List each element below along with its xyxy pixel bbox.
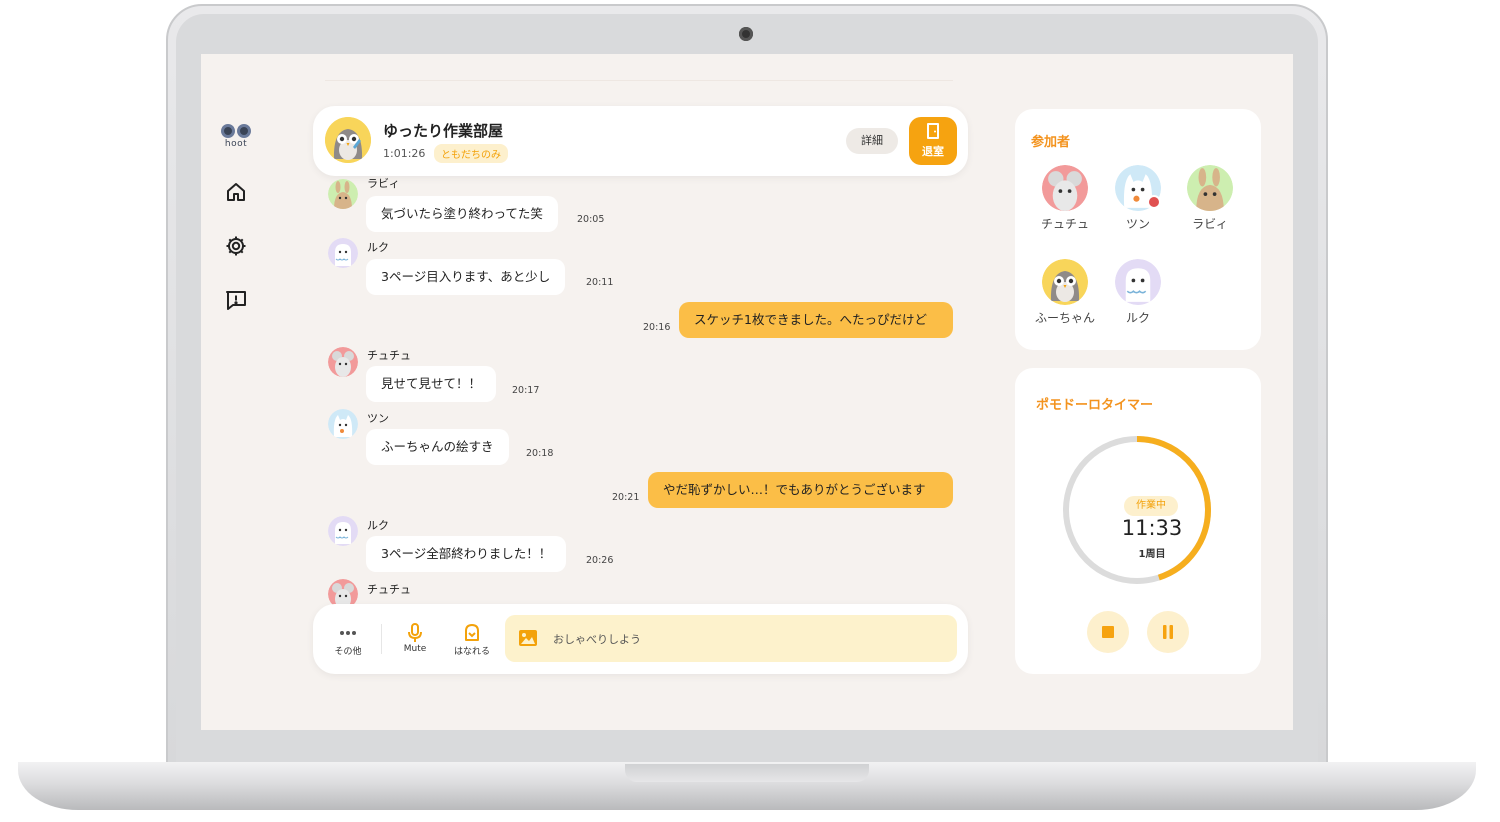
cat-avatar: [328, 409, 358, 439]
my-message-bubble: スケッチ1枚できました。へたっぴだけど: [679, 302, 953, 338]
pomodoro-title: ポモドーロタイマー: [1036, 398, 1154, 413]
exit-room-button[interactable]: 退室: [909, 117, 957, 165]
message-input-placeholder: おしゃべりしよう: [553, 633, 641, 646]
participant-item[interactable]: ツン: [1108, 165, 1168, 232]
webcam: [739, 27, 753, 41]
mouse-avatar: [328, 347, 358, 377]
participants-card: 参加者 チュチュ ツン ラビィ ふーちゃん ルク: [1015, 109, 1261, 350]
timer-remaining: 11:33: [1121, 516, 1183, 540]
message-bubble: 3ページ全部終わりました！！: [366, 536, 567, 572]
message-time: 20:26: [586, 555, 614, 566]
ghost-avatar: [328, 516, 358, 546]
participant-name: ツン: [1125, 217, 1150, 231]
pause-icon: [1163, 625, 1173, 639]
participant-item[interactable]: ふーちゃん: [1035, 259, 1095, 326]
message-bubble: 3ページ目入ります、あと少し: [366, 259, 566, 295]
message-bubble: 気づいたら塗り終わってた笑: [366, 196, 558, 232]
message-sender: ツン: [367, 412, 389, 425]
divider: [325, 80, 953, 81]
participant-item[interactable]: ラビィ: [1180, 165, 1240, 232]
home-icon[interactable]: [224, 180, 248, 204]
message-time: 20:05: [577, 214, 605, 225]
my-message-bubble: やだ恥ずかしい…！でもありがとうございます: [648, 472, 953, 508]
app-logo-text: hoot: [224, 139, 248, 149]
participant-name: ラビィ: [1192, 217, 1228, 231]
participant-name: ルク: [1125, 311, 1150, 325]
mute-button[interactable]: Mute: [392, 622, 438, 654]
message-sender: ルク: [367, 241, 389, 254]
room-header: ゆったり作業部屋 1:01:26 ともだちのみ 詳細 退室: [313, 106, 968, 176]
composer-bar: その他 Mute はなれる おしゃべりしよう: [313, 604, 968, 674]
muted-icon: [1147, 195, 1161, 209]
exit-room-label: 退室: [922, 145, 944, 158]
other-label: その他: [334, 647, 362, 657]
detail-button[interactable]: 詳細: [846, 128, 898, 154]
pomodoro-card: ポモドーロタイマー 作業中 11:33 1周目: [1015, 368, 1261, 674]
message-sender: チュチュ: [367, 349, 411, 362]
participant-item[interactable]: チュチュ: [1035, 165, 1095, 232]
message-sender: チュチュ: [367, 583, 411, 596]
message-sender: ルク: [367, 519, 389, 532]
more-icon: [325, 622, 371, 644]
room-title: ゆったり作業部屋: [383, 122, 504, 140]
timer-round: 1周目: [1138, 549, 1166, 560]
message-time: 20:18: [526, 448, 554, 459]
mouse-avatar: [1042, 165, 1088, 211]
message-time: 20:11: [586, 277, 614, 288]
message-bubble: 見せて見せて！！: [366, 366, 497, 402]
mute-label: Mute: [403, 644, 427, 654]
timer-state-badge: 作業中: [1124, 496, 1178, 516]
owl-avatar: [325, 117, 371, 163]
ghost-avatar: [328, 238, 358, 268]
stop-button[interactable]: [1087, 611, 1129, 653]
away-label: はなれる: [453, 647, 490, 657]
ghost-avatar: [1115, 259, 1161, 305]
visibility-badge: ともだちのみ: [434, 144, 508, 163]
message-bubble: ふーちゃんの絵すき: [366, 429, 509, 465]
microphone-icon: [392, 622, 438, 644]
participant-item[interactable]: ルク: [1108, 259, 1168, 326]
participant-name: ふーちゃん: [1035, 311, 1096, 325]
room-elapsed-time: 1:01:26: [383, 147, 426, 160]
gear-icon[interactable]: [224, 234, 248, 258]
toolbar-divider: [381, 624, 382, 654]
other-button[interactable]: その他: [325, 622, 371, 657]
participants-title: 参加者: [1031, 135, 1071, 150]
laptop-notch: [625, 764, 869, 782]
away-icon: [449, 622, 495, 644]
participant-name: チュチュ: [1040, 217, 1089, 231]
report-icon[interactable]: [224, 288, 248, 312]
message-time: 20:21: [612, 492, 640, 503]
stop-icon: [1102, 626, 1114, 638]
rabbit-avatar: [328, 179, 358, 209]
message-input[interactable]: おしゃべりしよう: [505, 615, 957, 662]
app-logo[interactable]: hoot: [219, 124, 253, 149]
app-screen: hoot ゆったり作業部屋 1:01:26 ともだちのみ 詳細 退室 ラビィ 気…: [201, 54, 1293, 730]
sidebar: hoot: [201, 54, 271, 730]
rabbit-avatar: [1187, 165, 1233, 211]
message-time: 20:17: [512, 385, 540, 396]
pause-button[interactable]: [1147, 611, 1189, 653]
message-time: 20:16: [643, 322, 671, 333]
away-button[interactable]: はなれる: [449, 622, 495, 657]
image-icon[interactable]: [519, 630, 537, 650]
message-sender: ラビィ: [367, 177, 400, 190]
door-icon: [927, 123, 939, 139]
owl-avatar: [1042, 259, 1088, 305]
